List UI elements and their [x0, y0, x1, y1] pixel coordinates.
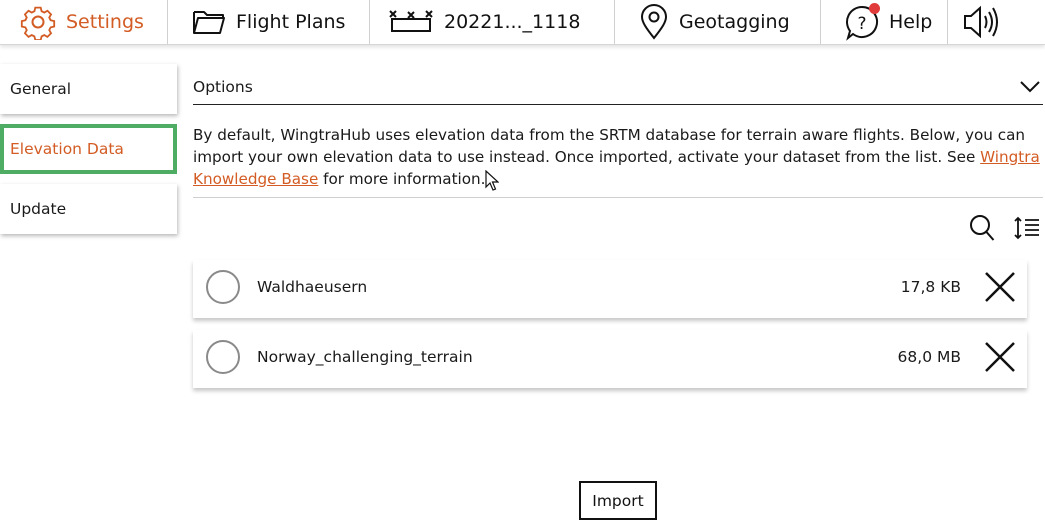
- nav-flight-label: 20221..._1118: [444, 11, 581, 33]
- elevation-description: By default, WingtraHub uses elevation da…: [193, 124, 1043, 190]
- nav-current-flight[interactable]: 20221..._1118: [370, 0, 615, 44]
- sidebar-item-label: General: [10, 80, 72, 98]
- nav-help-label: Help: [889, 11, 933, 33]
- top-nav: Settings Flight Plans 20221..._1118 Geot…: [0, 0, 1045, 45]
- list-tools: [955, 214, 1045, 244]
- dataset-name: Norway_challenging_terrain: [257, 348, 473, 366]
- sidebar-item-label: Update: [10, 200, 67, 218]
- nav-flight-plans[interactable]: Flight Plans: [168, 0, 370, 44]
- dataset-size: 68,0 MB: [897, 348, 961, 366]
- nav-settings[interactable]: Settings: [0, 0, 168, 44]
- dataset-row[interactable]: Waldhaeusern 17,8 KB: [193, 260, 1027, 318]
- nav-flight-plans-label: Flight Plans: [236, 11, 346, 33]
- nav-sound[interactable]: [948, 0, 1045, 44]
- folder-icon: [193, 11, 225, 34]
- dataset-radio[interactable]: [206, 270, 240, 304]
- options-title: Options: [193, 78, 253, 96]
- dataset-radio[interactable]: [206, 340, 240, 374]
- sidebar-item-label: Elevation Data: [10, 140, 124, 158]
- search-icon[interactable]: [969, 214, 995, 242]
- speaker-icon: [964, 5, 998, 39]
- options-dropdown[interactable]: Options: [193, 74, 1043, 105]
- sidebar-item-general[interactable]: General: [0, 64, 177, 114]
- sidebar-item-elevation-data[interactable]: Elevation Data: [0, 124, 177, 174]
- description-text-end: for more information.: [318, 170, 486, 188]
- import-button[interactable]: Import: [579, 481, 657, 520]
- chevron-down-icon: [1020, 81, 1040, 93]
- nav-help[interactable]: ? Help: [821, 0, 948, 44]
- sidebar-item-update[interactable]: Update: [0, 184, 177, 234]
- nav-geotagging[interactable]: Geotagging: [615, 0, 821, 44]
- gear-icon: [20, 6, 56, 40]
- svg-text:?: ?: [857, 14, 866, 34]
- divider: [193, 197, 1043, 198]
- sort-icon[interactable]: [1013, 216, 1041, 240]
- dataset-size: 17,8 KB: [900, 278, 961, 296]
- mouse-cursor-icon: [485, 170, 499, 191]
- close-icon[interactable]: [983, 340, 1017, 374]
- dataset-name: Waldhaeusern: [257, 278, 368, 296]
- notification-dot: [869, 3, 880, 14]
- dataset-row[interactable]: Norway_challenging_terrain 68,0 MB: [193, 330, 1027, 388]
- drone-icon: [389, 10, 433, 32]
- close-icon[interactable]: [983, 270, 1017, 304]
- nav-geotagging-label: Geotagging: [679, 11, 790, 33]
- description-text: By default, WingtraHub uses elevation da…: [193, 126, 1026, 166]
- location-pin-icon: [640, 4, 668, 40]
- settings-sidebar: General Elevation Data Update: [0, 64, 180, 244]
- nav-settings-label: Settings: [66, 11, 144, 33]
- help-icon-wrap: ?: [845, 3, 880, 41]
